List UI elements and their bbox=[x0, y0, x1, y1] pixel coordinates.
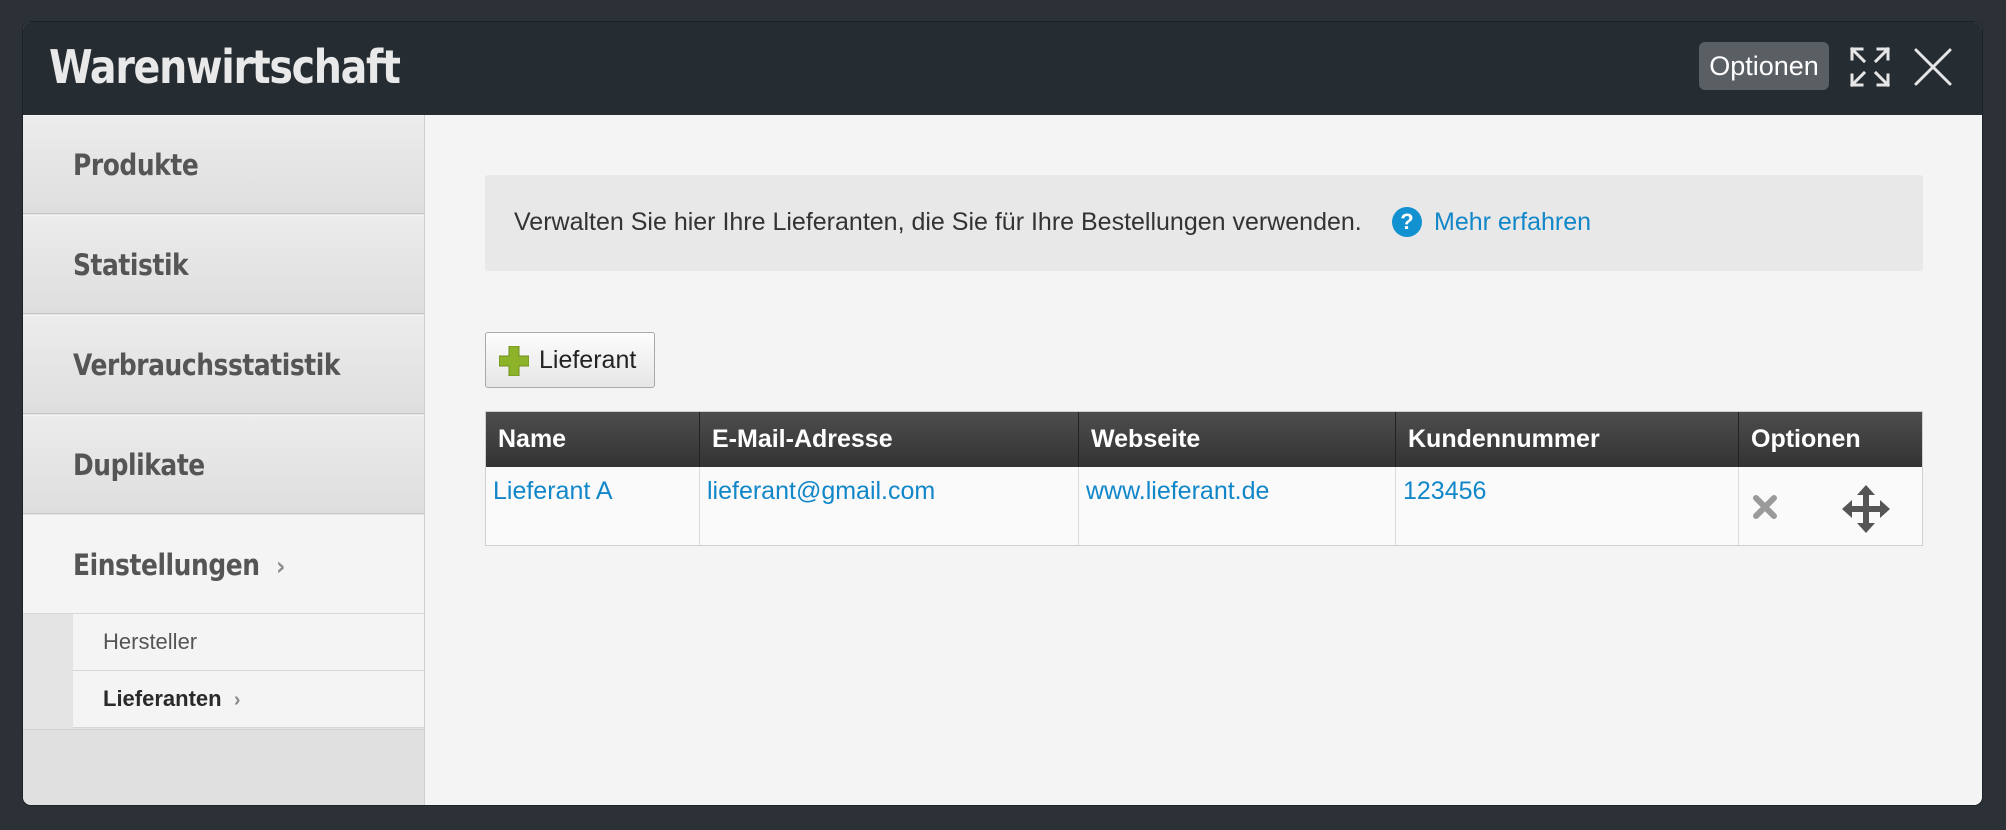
help-icon[interactable]: ? bbox=[1392, 207, 1422, 237]
sidebar-subitem-lieferanten[interactable]: Lieferanten › bbox=[73, 671, 424, 728]
chevron-right-icon: › bbox=[233, 689, 241, 711]
plus-icon bbox=[499, 346, 529, 376]
cell-options bbox=[1738, 467, 1922, 545]
learn-more-link[interactable]: Mehr erfahren bbox=[1434, 208, 1591, 237]
sidebar-subitem-label: Lieferanten › bbox=[103, 686, 241, 712]
sidebar-item-label: Duplikate bbox=[73, 448, 205, 482]
table-header: Name E-Mail-Adresse Webseite Kundennumme… bbox=[486, 412, 1922, 467]
sidebar-item-label: Verbrauchsstatistik bbox=[73, 348, 341, 382]
sidebar: Produkte Statistik Verbrauchsstatistik D… bbox=[23, 115, 425, 805]
cell-name[interactable]: Lieferant A bbox=[486, 467, 699, 545]
title-bar: Warenwirtschaft Optionen bbox=[23, 22, 1982, 115]
sidebar-item-label: Einstellungen › bbox=[73, 548, 285, 582]
sidebar-item-statistik[interactable]: Statistik bbox=[23, 215, 424, 314]
header-website[interactable]: Webseite bbox=[1078, 412, 1395, 467]
sidebar-subitem-label-text: Lieferanten bbox=[103, 686, 222, 711]
sidebar-item-produkte[interactable]: Produkte bbox=[23, 115, 424, 214]
options-button[interactable]: Optionen bbox=[1699, 42, 1829, 90]
header-options: Optionen bbox=[1738, 412, 1922, 467]
info-text: Verwalten Sie hier Ihre Lieferanten, die… bbox=[514, 208, 1362, 236]
window-title: Warenwirtschaft bbox=[49, 40, 401, 94]
table-row: Lieferant A lieferant@gmail.com www.lief… bbox=[486, 467, 1922, 545]
sidebar-item-label: Produkte bbox=[73, 148, 199, 182]
app-window: Warenwirtschaft Optionen Produkte Statis… bbox=[23, 22, 1982, 805]
cell-website[interactable]: www.lieferant.de bbox=[1078, 467, 1395, 545]
sidebar-footer bbox=[23, 729, 424, 805]
add-supplier-label: Lieferant bbox=[539, 346, 637, 374]
sidebar-item-label-text: Einstellungen bbox=[73, 548, 260, 582]
cell-email[interactable]: lieferant@gmail.com bbox=[699, 467, 1078, 545]
sidebar-subitem-label: Hersteller bbox=[103, 629, 198, 654]
header-email[interactable]: E-Mail-Adresse bbox=[699, 412, 1078, 467]
sidebar-item-duplikate[interactable]: Duplikate bbox=[23, 415, 424, 514]
header-name[interactable]: Name bbox=[486, 412, 699, 467]
sidebar-item-einstellungen[interactable]: Einstellungen › bbox=[23, 515, 424, 614]
add-supplier-button[interactable]: Lieferant bbox=[485, 332, 655, 388]
sidebar-item-verbrauchsstatistik[interactable]: Verbrauchsstatistik bbox=[23, 315, 424, 414]
delete-icon[interactable] bbox=[1751, 493, 1779, 521]
close-icon[interactable] bbox=[1912, 46, 1954, 88]
header-customer-number[interactable]: Kundennummer bbox=[1395, 412, 1738, 467]
info-box: Verwalten Sie hier Ihre Lieferanten, die… bbox=[485, 175, 1923, 271]
cell-customer-number[interactable]: 123456 bbox=[1395, 467, 1738, 545]
main-content: Verwalten Sie hier Ihre Lieferanten, die… bbox=[425, 115, 1982, 805]
chevron-right-icon: › bbox=[276, 552, 285, 582]
expand-icon[interactable] bbox=[1849, 46, 1891, 88]
sidebar-subitem-hersteller[interactable]: Hersteller bbox=[73, 614, 424, 671]
suppliers-table: Name E-Mail-Adresse Webseite Kundennumme… bbox=[485, 411, 1923, 546]
sidebar-item-label: Statistik bbox=[73, 248, 189, 282]
move-icon[interactable] bbox=[1842, 485, 1890, 533]
